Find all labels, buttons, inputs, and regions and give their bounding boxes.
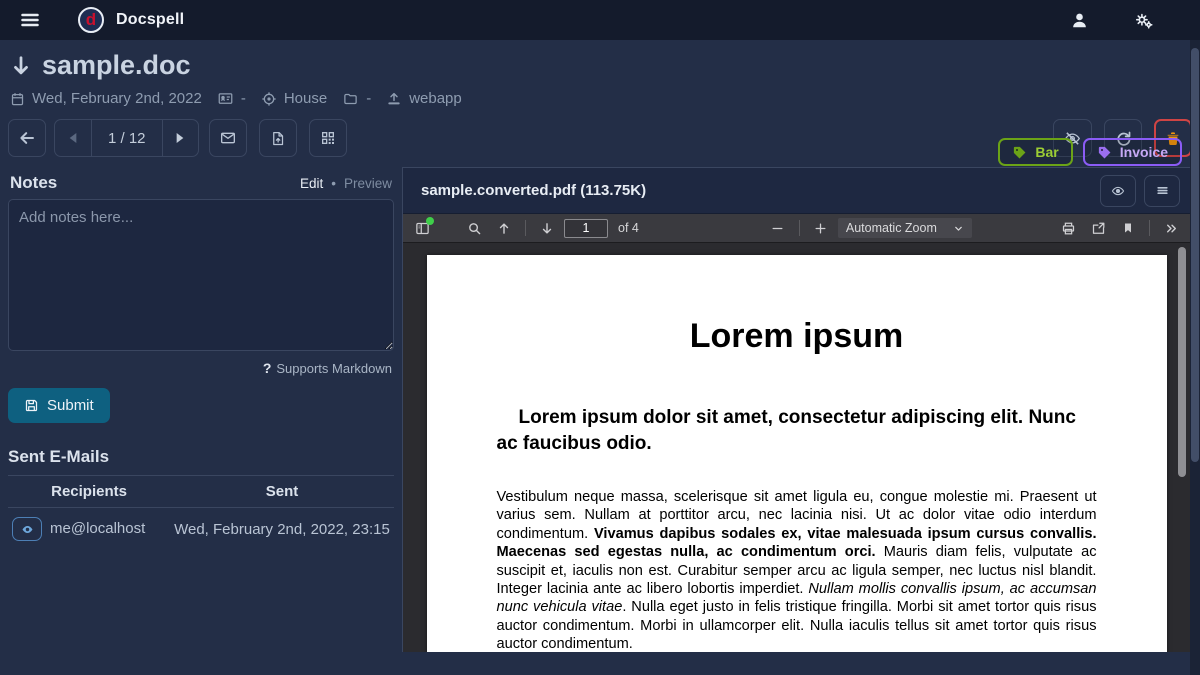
- chevron-down-icon: [953, 223, 964, 234]
- tag-badge[interactable]: Bar: [998, 138, 1072, 166]
- concerning-value[interactable]: House: [284, 90, 327, 107]
- notes-title: Notes: [10, 173, 57, 193]
- arrow-left-icon: [18, 129, 36, 147]
- sent-email-row: me@localhost Wed, February 2nd, 2022, 23…: [8, 508, 394, 551]
- bars-icon: [20, 10, 40, 30]
- pdf-viewer[interactable]: Lorem ipsum Lorem ipsum dolor sit amet, …: [403, 243, 1190, 652]
- user-icon: [1070, 11, 1089, 30]
- item-header: sample.doc Wed, February 2nd, 2022 - Hou…: [0, 40, 1200, 107]
- caret-right-icon: [175, 132, 185, 144]
- download-icon: [1091, 221, 1106, 236]
- crosshairs-icon: [261, 91, 277, 107]
- pdf-paragraph: Vestibulum neque massa, scelerisque sit …: [497, 488, 1097, 652]
- eye-icon: [1110, 184, 1126, 198]
- plus-icon: [814, 222, 827, 235]
- question-icon: ?: [263, 360, 272, 376]
- view-mail-button[interactable]: [12, 517, 42, 541]
- pdf-zoom-out-button[interactable]: [765, 216, 791, 240]
- pdf-download-button[interactable]: [1085, 216, 1111, 240]
- docspell-logo: d: [78, 7, 104, 33]
- pdf-zoom-select[interactable]: Automatic Zoom: [838, 218, 972, 238]
- caret-left-icon: [68, 132, 78, 144]
- item-date[interactable]: Wed, February 2nd, 2022: [32, 90, 202, 107]
- pdf-sidebar-toggle-button[interactable]: [409, 216, 435, 240]
- sent-emails-table: Recipients Sent me@localhost Wed, Februa…: [8, 475, 394, 550]
- column-recipients: Recipients: [8, 476, 170, 508]
- column-sent: Sent: [170, 476, 394, 508]
- tag-badge[interactable]: Invoice: [1083, 138, 1182, 166]
- pdf-zoom-in-button[interactable]: [808, 216, 834, 240]
- print-icon: [1061, 221, 1076, 236]
- envelope-icon: [219, 130, 237, 146]
- upload-icon: [386, 91, 402, 107]
- send-mail-button[interactable]: [209, 119, 247, 157]
- pdf-page: Lorem ipsum Lorem ipsum dolor sit amet, …: [427, 255, 1167, 652]
- pdf-search-button[interactable]: [461, 216, 487, 240]
- bookmark-icon: [1122, 221, 1134, 235]
- settings-menu-button[interactable]: [1125, 7, 1162, 34]
- markdown-hint[interactable]: Supports Markdown: [276, 361, 392, 376]
- search-icon: [467, 221, 482, 236]
- sent-emails-title: Sent E-Mails: [8, 447, 394, 467]
- add-files-button[interactable]: [259, 119, 297, 157]
- save-icon: [24, 398, 39, 413]
- pager-position: 1 / 12: [91, 120, 162, 156]
- source-value: webapp: [409, 90, 462, 107]
- qr-code-button[interactable]: [309, 119, 347, 157]
- pdf-prev-page-button[interactable]: [491, 216, 517, 240]
- prev-item-button[interactable]: [55, 120, 91, 156]
- pdf-subtitle: Lorem ipsum dolor sit amet, consectetur …: [497, 405, 1097, 457]
- attachment-filename: sample.converted.pdf (113.75K): [421, 182, 646, 199]
- arrow-down-icon: [10, 53, 32, 79]
- user-menu-button[interactable]: [1062, 7, 1097, 34]
- cogs-icon: [1133, 11, 1154, 30]
- back-button[interactable]: [8, 119, 46, 157]
- tag-icon: [1012, 145, 1027, 160]
- pdf-page-count: of 4: [618, 221, 639, 235]
- pdf-bookmark-button[interactable]: [1115, 216, 1141, 240]
- notes-edit-tab[interactable]: Edit: [300, 176, 323, 191]
- submit-notes-button[interactable]: Submit: [8, 388, 110, 423]
- notes-preview-tab[interactable]: Preview: [344, 176, 392, 191]
- eye-icon: [20, 523, 35, 536]
- attachment-panel: sample.converted.pdf (113.75K): [402, 167, 1190, 652]
- calendar-icon: [10, 91, 25, 107]
- item-title: sample.doc: [42, 50, 191, 81]
- folder-value[interactable]: -: [366, 90, 371, 107]
- pdf-scrollbar-thumb[interactable]: [1178, 247, 1186, 477]
- notes-tab-separator: •: [331, 176, 336, 191]
- tag-icon: [1097, 145, 1112, 160]
- attachment-menu-button[interactable]: [1144, 175, 1180, 207]
- list-icon: [1155, 184, 1170, 197]
- correspondent-value[interactable]: -: [241, 90, 246, 107]
- arrow-down-icon: [540, 221, 554, 236]
- file-upload-icon: [270, 130, 285, 147]
- mail-recipients: me@localhost: [50, 520, 145, 537]
- pdf-next-page-button[interactable]: [534, 216, 560, 240]
- folder-icon: [342, 91, 359, 106]
- qrcode-icon: [320, 130, 336, 146]
- notes-input[interactable]: [8, 199, 394, 351]
- mail-sent-date: Wed, February 2nd, 2022, 23:15: [170, 508, 394, 551]
- tag-list: Bar Invoice: [998, 138, 1182, 166]
- window-scrollbar[interactable]: [1190, 40, 1200, 675]
- attachment-view-button[interactable]: [1100, 175, 1136, 207]
- arrow-up-icon: [497, 221, 511, 236]
- pdf-title: Lorem ipsum: [497, 317, 1097, 356]
- item-pager: 1 / 12: [54, 119, 199, 157]
- address-card-icon: [217, 91, 234, 106]
- app-brand: Docspell: [116, 11, 184, 29]
- next-item-button[interactable]: [162, 120, 198, 156]
- item-sidebar: Notes Edit • Preview ?Supports Markdown …: [0, 167, 402, 652]
- pdf-page-input[interactable]: [564, 219, 608, 238]
- sidebar-notification-dot: [426, 217, 434, 225]
- minus-icon: [771, 222, 784, 235]
- double-chevron-right-icon: [1164, 222, 1179, 235]
- pdfjs-toolbar: of 4 Automatic Zoom: [403, 214, 1190, 243]
- pdf-tools-button[interactable]: [1158, 216, 1184, 240]
- window-scrollbar-thumb[interactable]: [1191, 48, 1199, 462]
- top-navbar: d Docspell: [0, 0, 1200, 40]
- pdf-print-button[interactable]: [1055, 216, 1081, 240]
- menu-toggle-button[interactable]: [14, 6, 46, 34]
